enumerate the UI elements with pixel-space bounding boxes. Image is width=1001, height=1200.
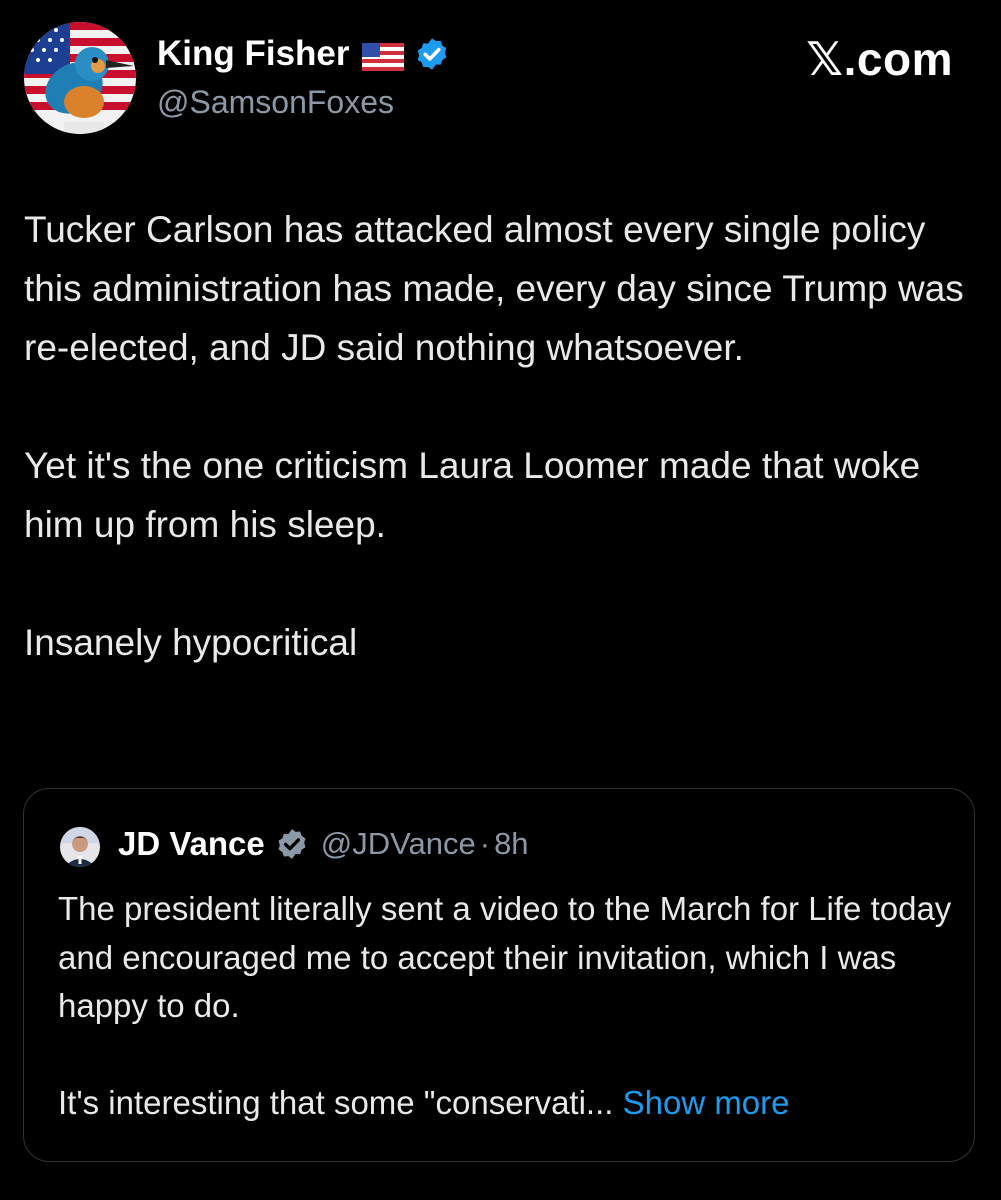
author-avatar[interactable] (24, 22, 136, 134)
post-paragraph-1: Tucker Carlson has attacked almost every… (24, 209, 964, 368)
separator-dot: · (479, 826, 491, 861)
quoted-post-card[interactable]: JD Vance @JDVance · 8h The president lit… (23, 788, 975, 1162)
quoted-paragraph-2: It's interesting that some "conservati..… (58, 1079, 958, 1128)
quoted-post-header: JD Vance @JDVance · 8h (118, 825, 529, 863)
x-com-logo: 𝕏.com (806, 33, 953, 85)
post-paragraph-3: Insanely hypocritical (24, 622, 358, 663)
post-paragraph-2: Yet it's the one criticism Laura Loomer … (24, 445, 921, 545)
verified-badge-icon (275, 827, 309, 861)
quoted-post-timestamp[interactable]: 8h (494, 826, 528, 862)
quoted-paragraph-1: The president literally sent a video to … (58, 890, 952, 1024)
author-handle[interactable]: @SamsonFoxes (157, 84, 394, 121)
quoted-author-avatar[interactable] (60, 827, 100, 867)
quoted-author-name[interactable]: JD Vance (118, 825, 265, 863)
verified-badge-icon (414, 36, 450, 72)
post-text: Tucker Carlson has attacked almost every… (24, 200, 976, 731)
kingfisher-avatar-image (24, 22, 136, 134)
quoted-paragraph-2-text: It's interesting that some "conservati..… (58, 1084, 614, 1121)
quoted-author-handle[interactable]: @JDVance (321, 826, 476, 862)
quoted-post-text: The president literally sent a video to … (58, 885, 958, 1176)
author-name-row[interactable]: King Fisher (157, 34, 450, 74)
jd-vance-avatar-image (60, 827, 100, 867)
us-flag-icon (361, 40, 404, 71)
show-more-link[interactable]: Show more (613, 1084, 790, 1121)
author-name[interactable]: King Fisher (157, 34, 350, 74)
